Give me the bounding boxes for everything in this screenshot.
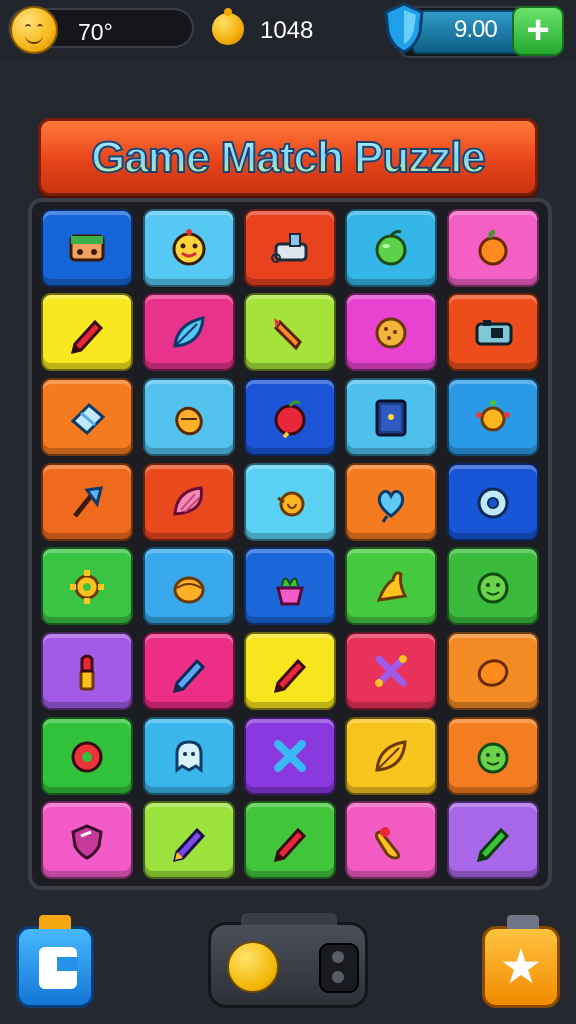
grid-tile[interactable] xyxy=(142,716,235,795)
sun-icon xyxy=(475,400,510,432)
smiley-face-icon xyxy=(10,6,58,54)
ghost-icon xyxy=(175,740,203,773)
grid-tile[interactable] xyxy=(142,208,235,287)
grid-tile[interactable] xyxy=(244,547,336,626)
puzzle-board xyxy=(28,198,552,890)
grid-tile[interactable] xyxy=(244,716,336,795)
pencil-icon xyxy=(273,828,307,863)
apple-red-icon xyxy=(274,400,306,439)
pencil-blue-icon xyxy=(172,658,205,694)
grid-tile[interactable] xyxy=(142,462,235,541)
grid-tile[interactable] xyxy=(244,632,336,710)
grid-tile[interactable] xyxy=(41,293,134,372)
gadget-icon xyxy=(271,232,308,263)
grid-tile[interactable] xyxy=(142,378,235,456)
gem-count: 9.00 xyxy=(454,16,498,43)
grid-tile[interactable] xyxy=(41,801,134,880)
grid-tile[interactable] xyxy=(142,293,235,372)
grid-tile[interactable] xyxy=(345,632,438,710)
grid-tile[interactable] xyxy=(244,293,336,372)
crayon-icon xyxy=(274,318,302,351)
grid-tile[interactable] xyxy=(244,801,336,880)
grid-tile[interactable] xyxy=(142,547,235,626)
grid-tile[interactable] xyxy=(345,208,438,287)
level-display: 70° xyxy=(8,6,194,54)
heart-icon xyxy=(378,489,405,523)
grid-tile[interactable] xyxy=(244,208,336,287)
coin-icon xyxy=(212,8,244,45)
grid-tile[interactable] xyxy=(41,378,134,456)
gem-shield-icon xyxy=(384,2,424,54)
snail-icon xyxy=(277,491,305,517)
gear-icon xyxy=(70,570,105,605)
grid-tile[interactable] xyxy=(41,462,134,541)
grid-tile[interactable] xyxy=(345,462,438,541)
pencil-icon xyxy=(71,320,104,355)
grid-tile[interactable] xyxy=(41,632,134,710)
orange-icon xyxy=(478,229,508,266)
grid-tile[interactable] xyxy=(446,378,539,456)
grid-tile[interactable] xyxy=(446,293,539,372)
grid-tile[interactable] xyxy=(345,547,438,626)
camera-icon xyxy=(475,320,513,346)
brush-icon xyxy=(73,485,104,518)
acorn-icon xyxy=(174,406,203,436)
leaf-icon xyxy=(173,316,205,348)
grid-tile[interactable] xyxy=(41,716,134,795)
pencil-purple-icon xyxy=(172,828,205,863)
bun-icon xyxy=(173,576,205,604)
grid-tile[interactable] xyxy=(41,208,134,287)
flower-icon xyxy=(71,741,103,773)
game-title: Game Match Puzzle xyxy=(90,132,487,183)
grid-tile[interactable] xyxy=(446,462,539,541)
grid-tile[interactable] xyxy=(142,632,235,710)
center-console[interactable] xyxy=(208,913,368,1008)
eraser-icon xyxy=(71,402,106,436)
plant-icon xyxy=(276,577,304,606)
leaf-gold-icon xyxy=(375,739,407,772)
level-value: 70° xyxy=(78,19,113,45)
pencil-icon xyxy=(273,658,307,694)
shell-icon xyxy=(173,486,203,516)
grid-tile[interactable] xyxy=(446,547,539,626)
book-icon xyxy=(375,399,407,437)
grid-tile[interactable] xyxy=(446,716,539,795)
face-green-icon xyxy=(477,742,509,774)
grid-tile[interactable] xyxy=(446,801,539,880)
grid-tile[interactable] xyxy=(345,378,438,456)
face-green-icon xyxy=(477,572,509,604)
pencil-green-icon xyxy=(476,828,509,863)
cheese-icon xyxy=(377,571,408,603)
console-knob xyxy=(319,943,359,993)
donut-icon xyxy=(477,487,509,519)
x-blue-icon xyxy=(274,739,306,772)
capsule-icon xyxy=(375,827,401,860)
grid-tile[interactable] xyxy=(41,547,134,626)
shield-icon xyxy=(71,824,103,861)
smiley-icon xyxy=(172,228,206,266)
star-button[interactable]: ★ xyxy=(482,915,560,1008)
cookie-icon xyxy=(375,317,407,349)
apple-icon xyxy=(375,229,407,266)
coin-count: 1048 xyxy=(260,17,314,44)
grid-tile[interactable] xyxy=(244,378,336,456)
grid-tile[interactable] xyxy=(345,801,438,880)
grid-tile[interactable] xyxy=(244,462,336,541)
lipstick-icon xyxy=(79,654,95,691)
yellow-bubble-icon xyxy=(227,941,279,993)
cross-icon xyxy=(375,655,408,687)
star-icon: ★ xyxy=(499,941,543,994)
booster-button[interactable] xyxy=(16,915,94,1008)
grid-tile[interactable] xyxy=(142,801,235,880)
add-gems-button[interactable]: + xyxy=(512,6,564,56)
cassette-icon xyxy=(69,234,105,262)
grid-tile[interactable] xyxy=(345,716,438,795)
title-banner: Game Match Puzzle xyxy=(38,118,538,196)
lemon-icon xyxy=(477,659,508,687)
grid-tile[interactable] xyxy=(345,293,438,372)
grid-tile[interactable] xyxy=(446,208,539,287)
grid-tile[interactable] xyxy=(446,632,539,710)
